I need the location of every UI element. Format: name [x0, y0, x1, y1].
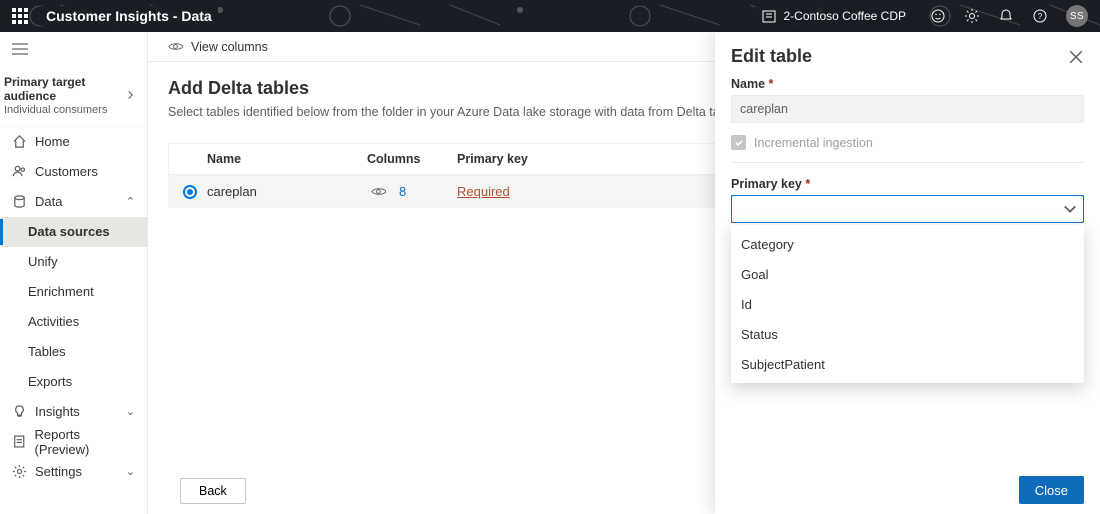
edit-table-panel: Edit table Name * Incremental ingestion … [715, 32, 1100, 514]
dropdown-item-id[interactable]: Id [731, 289, 1084, 319]
nav-label: Reports (Preview) [34, 427, 135, 457]
panel-title: Edit table [731, 46, 812, 67]
environment-name: 2-Contoso Coffee CDP [783, 9, 906, 23]
close-button[interactable]: Close [1019, 476, 1084, 504]
nav-settings[interactable]: Settings ⌄ [0, 457, 147, 487]
home-icon [12, 134, 27, 149]
primary-key-combobox[interactable] [731, 195, 1084, 223]
col-columns: Columns [367, 152, 457, 166]
hamburger-icon [12, 42, 28, 56]
app-title: Customer Insights - Data [40, 6, 218, 26]
database-icon [12, 194, 27, 209]
nav-home[interactable]: Home [0, 127, 147, 157]
row-name: careplan [207, 184, 367, 199]
audience-subtitle: Individual consumers [4, 104, 126, 116]
building-icon [761, 8, 777, 24]
chevron-down-icon: ⌄ [126, 465, 135, 478]
chevron-up-icon: ⌃ [126, 195, 135, 208]
lightbulb-icon [12, 404, 27, 419]
nav-label: Data [35, 194, 62, 209]
people-icon [12, 164, 27, 179]
nav-label: Exports [28, 374, 72, 389]
app-launcher-icon[interactable] [12, 8, 28, 24]
nav-insights[interactable]: Insights ⌄ [0, 397, 147, 427]
nav-label: Insights [35, 404, 80, 419]
nav-tables[interactable]: Tables [0, 337, 147, 367]
nav-unify[interactable]: Unify [0, 247, 147, 277]
dropdown-item-status[interactable]: Status [731, 319, 1084, 349]
nav-reports[interactable]: Reports (Preview) [0, 427, 147, 457]
nav-label: Data sources [28, 224, 110, 239]
back-button[interactable]: Back [180, 478, 246, 504]
nav-exports[interactable]: Exports [0, 367, 147, 397]
gear-icon[interactable] [964, 8, 980, 24]
avatar[interactable]: SS [1066, 5, 1088, 27]
chevron-right-icon [126, 90, 135, 100]
nav-collapse-button[interactable] [0, 32, 147, 69]
nav-enrichment[interactable]: Enrichment [0, 277, 147, 307]
gear-icon [12, 464, 27, 479]
nav-label: Activities [28, 314, 79, 329]
smile-icon[interactable] [930, 8, 946, 24]
dropdown-item-goal[interactable]: Goal [731, 259, 1084, 289]
name-field-label: Name * [731, 77, 1084, 91]
chevron-down-icon: ⌄ [126, 405, 135, 418]
nav-label: Unify [28, 254, 58, 269]
help-icon[interactable]: ? [1032, 8, 1048, 24]
nav-label: Settings [35, 464, 82, 479]
primary-key-dropdown: Category Goal Id Status SubjectPatient [731, 225, 1084, 383]
bell-icon[interactable] [998, 8, 1014, 24]
preview-columns-button[interactable] [367, 180, 389, 202]
environment-switcher[interactable]: 2-Contoso Coffee CDP [755, 6, 912, 26]
row-primary-key-required[interactable]: Required [457, 184, 510, 199]
audience-switcher[interactable]: Primary target audience Individual consu… [0, 69, 147, 127]
audience-title: Primary target audience [4, 75, 126, 104]
view-columns-label: View columns [191, 40, 268, 54]
dropdown-item-subjectpatient[interactable]: SubjectPatient [731, 349, 1084, 379]
svg-text:?: ? [1038, 12, 1043, 21]
nav-label: Enrichment [28, 284, 94, 299]
dropdown-item-category[interactable]: Category [731, 229, 1084, 259]
report-icon [12, 434, 26, 449]
nav-label: Home [35, 134, 70, 149]
col-name: Name [207, 152, 367, 166]
eye-icon [168, 39, 183, 54]
close-icon[interactable] [1068, 49, 1084, 65]
primary-key-label: Primary key * [731, 177, 1084, 191]
top-bar: Customer Insights - Data 2-Contoso Coffe… [0, 0, 1100, 32]
incremental-label: Incremental ingestion [754, 136, 873, 150]
nav-customers[interactable]: Customers [0, 157, 147, 187]
name-input[interactable] [731, 95, 1084, 123]
row-radio[interactable] [183, 185, 197, 199]
col-primary-key: Primary key [457, 152, 577, 166]
eye-icon [371, 184, 386, 199]
left-nav: Primary target audience Individual consu… [0, 32, 148, 514]
nav-data[interactable]: Data ⌃ [0, 187, 147, 217]
nav-activities[interactable]: Activities [0, 307, 147, 337]
nav-label: Tables [28, 344, 66, 359]
incremental-checkbox [731, 135, 746, 150]
nav-label: Customers [35, 164, 98, 179]
row-column-count[interactable]: 8 [399, 184, 406, 199]
nav-data-sources[interactable]: Data sources [0, 217, 147, 247]
